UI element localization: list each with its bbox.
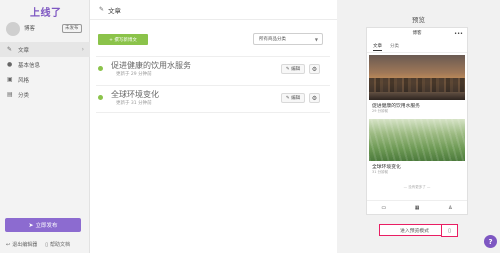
sidebar-item-label: 分类 [18, 92, 30, 99]
logout-icon: ↩ [6, 242, 11, 248]
publish-button[interactable]: ➤ 立即发布 [5, 218, 81, 232]
edit-button[interactable]: ✎ 编辑 [281, 64, 305, 74]
sidebar: 上线了 博客 未发布 ✎ 文章 › ● 基本信息 ▣ 风格 ▤ 分类 ➤ 立即发… [0, 0, 90, 253]
card-title: 促进健康的饮用水服务 [372, 104, 420, 109]
edit-button[interactable]: ✎ 编辑 [281, 93, 305, 103]
wheat-texture [369, 119, 465, 161]
sidebar-nav: ✎ 文章 › ● 基本信息 ▣ 风格 ▤ 分类 [0, 42, 90, 102]
sidebar-item-articles[interactable]: ✎ 文章 › [0, 42, 90, 57]
avatar[interactable] [6, 22, 20, 36]
app-logo[interactable]: 上线了 [30, 4, 62, 19]
sidebar-item-label: 基本信息 [18, 62, 41, 69]
phone-preview: 博客 ••• 文章 分类 促进健康的饮用水服务 29 分钟前 全球环境变化 31… [366, 27, 468, 215]
card-meta: 29 分钟前 [372, 109, 389, 113]
page-title: 文章 [108, 6, 122, 15]
phone-title: 博客 [412, 31, 422, 36]
logout-label: 退出编辑器 [12, 242, 38, 248]
logout-link[interactable]: ↩ 退出编辑器 [6, 241, 37, 248]
person-icon: ♙ [448, 204, 453, 211]
preview-panel: 预览 博客 ••• 文章 分类 促进健康的饮用水服务 29 分钟前 全球环境变化… [337, 0, 500, 253]
phone-header: 博客 ••• [367, 28, 467, 40]
info-icon: ● [7, 61, 13, 68]
status-badge: 未发布 [62, 24, 82, 33]
tab-category: 分类 [390, 44, 399, 49]
post-title[interactable]: 全球环境变化 [111, 89, 159, 100]
category-select-value: 所有商品分类 [259, 37, 286, 42]
more-icon: ••• [454, 31, 463, 37]
preview-mode-button[interactable]: 进入预览模式 [379, 224, 450, 236]
published-dot-icon [98, 95, 103, 100]
grid-icon: ▦ [414, 204, 420, 211]
card-title: 全球环境变化 [372, 165, 401, 170]
lock-icon[interactable]: ▯ [441, 224, 458, 237]
phone-bottom-nav: ▭ ▦ ♙ [367, 200, 467, 214]
sidebar-item-label: 文章 [18, 47, 30, 54]
post-meta: 更新于 29 分钟前 [116, 72, 152, 77]
skyline [369, 78, 465, 92]
no-more-text: — 没有更多了 — [403, 185, 431, 189]
publish-label: 立即发布 [35, 223, 58, 229]
card-image-wheat [369, 119, 465, 161]
chevron-down-icon: ▼ [314, 36, 318, 42]
username: 博客 [24, 26, 36, 32]
category-icon: ▤ [7, 91, 13, 98]
pen-icon: ✎ [7, 46, 13, 53]
chevron-right-icon: › [81, 46, 84, 53]
sidebar-item-basic-info[interactable]: ● 基本信息 [0, 57, 90, 72]
page-header: ✎ 文章 [90, 0, 337, 20]
book-icon: ▯ [45, 242, 48, 248]
send-icon: ➤ [28, 221, 34, 229]
card-image-city [369, 55, 465, 100]
post-row[interactable]: 促进健康的饮用水服务 更新于 29 分钟前 ✎ 编辑 ⚙ [96, 56, 330, 80]
palette-icon: ▣ [7, 76, 13, 83]
sidebar-item-style[interactable]: ▣ 风格 [0, 72, 90, 87]
post-meta: 更新于 31 分钟前 [116, 101, 152, 106]
post-title[interactable]: 促进健康的饮用水服务 [111, 60, 191, 71]
new-post-button[interactable]: + 撰写新博文 [98, 34, 148, 45]
tab-articles: 文章 [373, 44, 382, 51]
phone-tabs: 文章 分类 [373, 43, 399, 51]
gear-icon[interactable]: ⚙ [309, 93, 320, 103]
category-select[interactable]: 所有商品分类 ▼ [253, 33, 323, 45]
post-row[interactable]: 全球环境变化 更新于 31 分钟前 ✎ 编辑 ⚙ [96, 85, 330, 113]
sidebar-footer: ↩ 退出编辑器 ▯ 帮助文档 [6, 241, 70, 248]
main-panel: ✎ 文章 + 撰写新博文 所有商品分类 ▼ 促进健康的饮用水服务 更新于 29 … [90, 0, 337, 253]
gear-icon[interactable]: ⚙ [309, 64, 320, 74]
help-docs-link[interactable]: ▯ 帮助文档 [45, 241, 70, 248]
book-icon: ▭ [381, 204, 387, 211]
divider [367, 52, 467, 53]
preview-title: 预览 [412, 16, 425, 24]
card-meta: 31 分钟前 [372, 170, 389, 174]
pen-icon: ✎ [99, 6, 105, 13]
help-docs-label: 帮助文档 [49, 242, 70, 248]
sidebar-item-category[interactable]: ▤ 分类 [0, 87, 90, 102]
help-button[interactable]: ? [484, 235, 497, 248]
sidebar-item-label: 风格 [18, 77, 30, 84]
published-dot-icon [98, 66, 103, 71]
